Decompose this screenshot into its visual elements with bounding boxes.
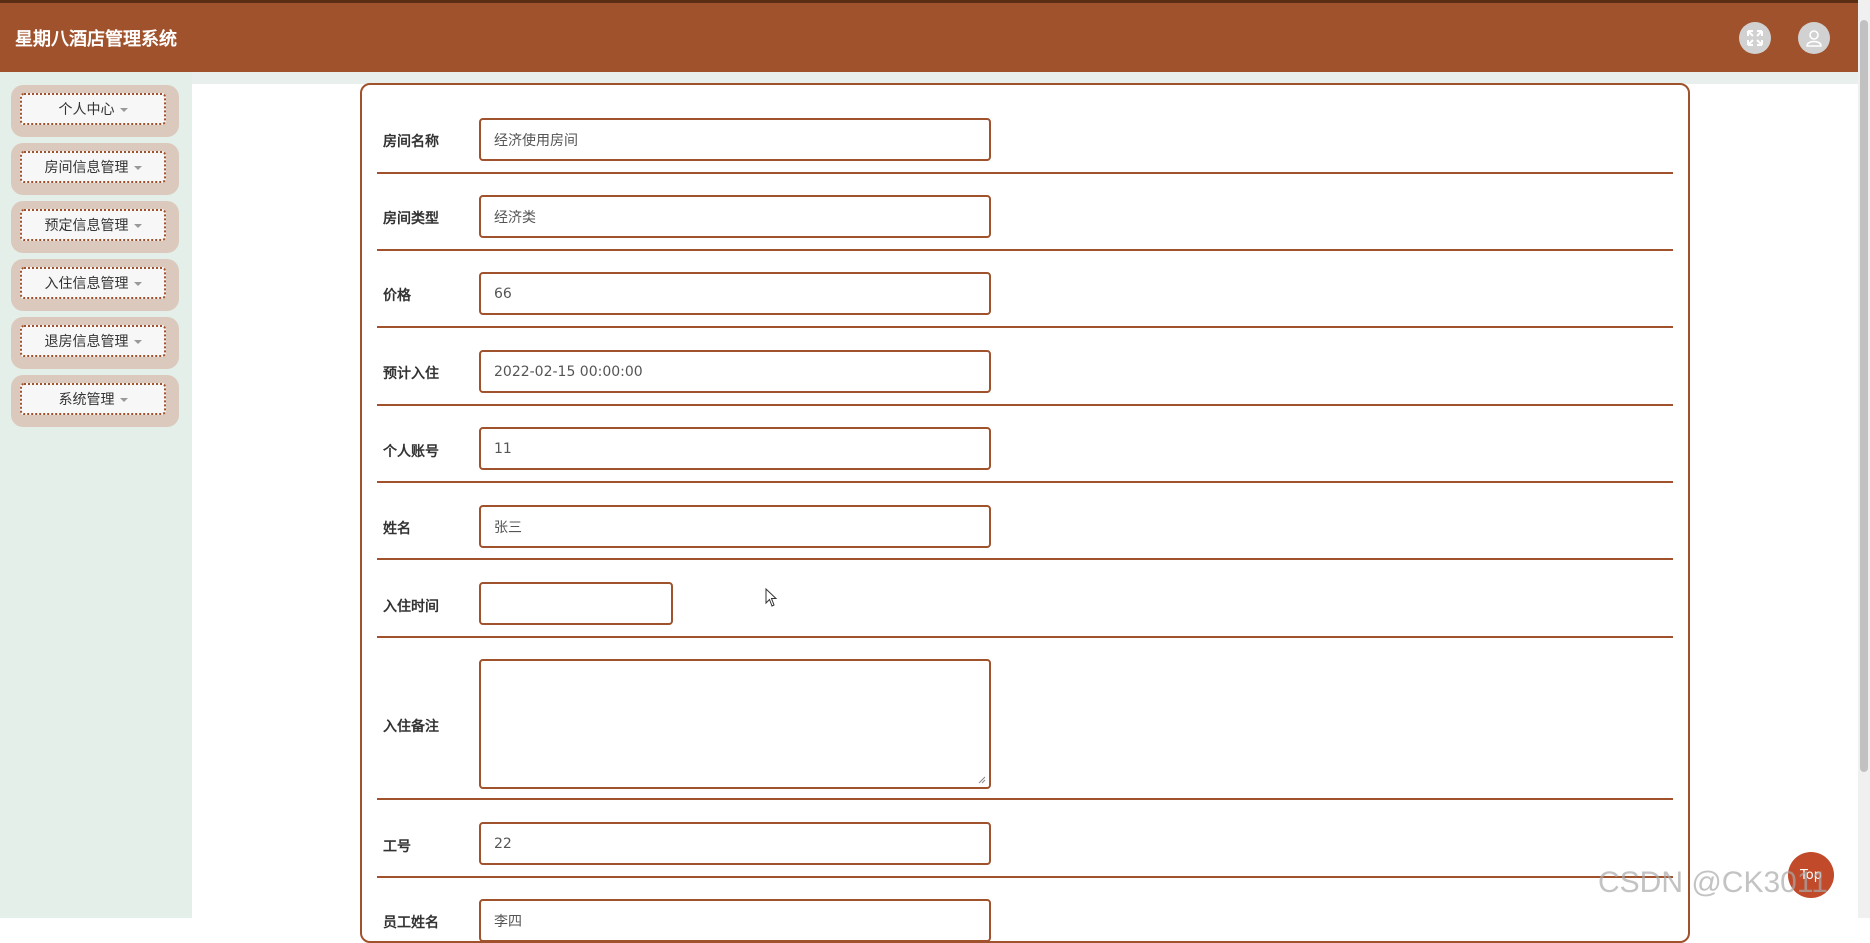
employee-id-field[interactable]: 22 <box>479 822 991 865</box>
row-divider <box>377 249 1673 251</box>
employee-name-label: 员工姓名 <box>383 915 439 931</box>
chevron-down-icon <box>133 166 142 170</box>
chevron-down-icon <box>119 398 128 402</box>
sidebar-item-button[interactable]: 房间信息管理 <box>20 151 166 183</box>
sidebar-item-button[interactable]: 入住信息管理 <box>20 267 166 299</box>
row-divider <box>377 481 1673 483</box>
sidebar-item-reservation-info[interactable]: 预定信息管理 <box>11 201 179 253</box>
row-divider <box>377 326 1673 328</box>
sidebar-item-button[interactable]: 退房信息管理 <box>20 325 166 357</box>
row-divider <box>377 876 1673 878</box>
sidebar-item-label: 入住信息管理 <box>44 276 129 292</box>
row-divider <box>377 172 1673 174</box>
expected-checkin-label: 预计入住 <box>383 366 439 382</box>
sidebar-item-personal-center[interactable]: 个人中心 <box>11 85 179 137</box>
expected-checkin-field[interactable]: 2022-02-15 00:00:00 <box>479 350 991 393</box>
scrollbar-thumb[interactable] <box>1860 20 1868 772</box>
row-divider <box>377 636 1673 638</box>
chevron-down-icon <box>119 108 128 112</box>
page-scrollbar[interactable] <box>1858 0 1870 918</box>
row-divider <box>377 798 1673 800</box>
price-label: 价格 <box>383 288 411 304</box>
sidebar-item-checkin-info[interactable]: 入住信息管理 <box>11 259 179 311</box>
sidebar-item-button[interactable]: 个人中心 <box>20 93 166 125</box>
fullscreen-icon[interactable] <box>1739 22 1771 54</box>
row-divider <box>377 404 1673 406</box>
name-field[interactable]: 张三 <box>479 505 991 548</box>
checkin-note-label: 入住备注 <box>383 719 439 735</box>
app-title: 星期八酒店管理系统 <box>15 29 177 50</box>
room-type-label: 房间类型 <box>383 211 439 227</box>
user-icon[interactable] <box>1798 22 1830 54</box>
room-name-field[interactable]: 经济使用房间 <box>479 118 991 161</box>
employee-id-label: 工号 <box>383 839 411 855</box>
top-header: 星期八酒店管理系统 <box>0 0 1870 72</box>
watermark: CSDN @CK3011 <box>1598 866 1828 899</box>
name-label: 姓名 <box>383 521 411 537</box>
sidebar-item-label: 个人中心 <box>58 102 115 118</box>
sidebar-item-label: 退房信息管理 <box>44 334 129 350</box>
sidebar-item-button[interactable]: 系统管理 <box>20 383 166 415</box>
row-divider <box>377 558 1673 560</box>
sidebar-item-button[interactable]: 预定信息管理 <box>20 209 166 241</box>
sidebar-item-label: 预定信息管理 <box>44 218 129 234</box>
checkin-time-label: 入住时间 <box>383 599 439 615</box>
chevron-down-icon <box>133 224 142 228</box>
fullscreen-glyph <box>1747 30 1763 46</box>
room-name-label: 房间名称 <box>383 134 439 150</box>
room-type-field[interactable]: 经济类 <box>479 195 991 238</box>
account-field[interactable]: 11 <box>479 427 991 470</box>
sidebar-item-label: 系统管理 <box>58 392 115 408</box>
mouse-cursor-icon <box>765 588 778 607</box>
chevron-down-icon <box>133 282 142 286</box>
sidebar-item-checkout-info[interactable]: 退房信息管理 <box>11 317 179 369</box>
sidebar <box>0 72 192 918</box>
user-glyph <box>1806 30 1822 47</box>
resize-grip-icon[interactable] <box>978 776 986 784</box>
employee-name-field[interactable]: 李四 <box>479 899 991 942</box>
sidebar-item-room-info[interactable]: 房间信息管理 <box>11 143 179 195</box>
checkin-note-textarea[interactable] <box>479 659 991 789</box>
account-label: 个人账号 <box>383 444 439 460</box>
chevron-down-icon <box>133 340 142 344</box>
price-field[interactable]: 66 <box>479 272 991 315</box>
sidebar-item-system[interactable]: 系统管理 <box>11 375 179 427</box>
sidebar-item-label: 房间信息管理 <box>44 160 129 176</box>
checkin-time-field[interactable] <box>479 582 673 625</box>
